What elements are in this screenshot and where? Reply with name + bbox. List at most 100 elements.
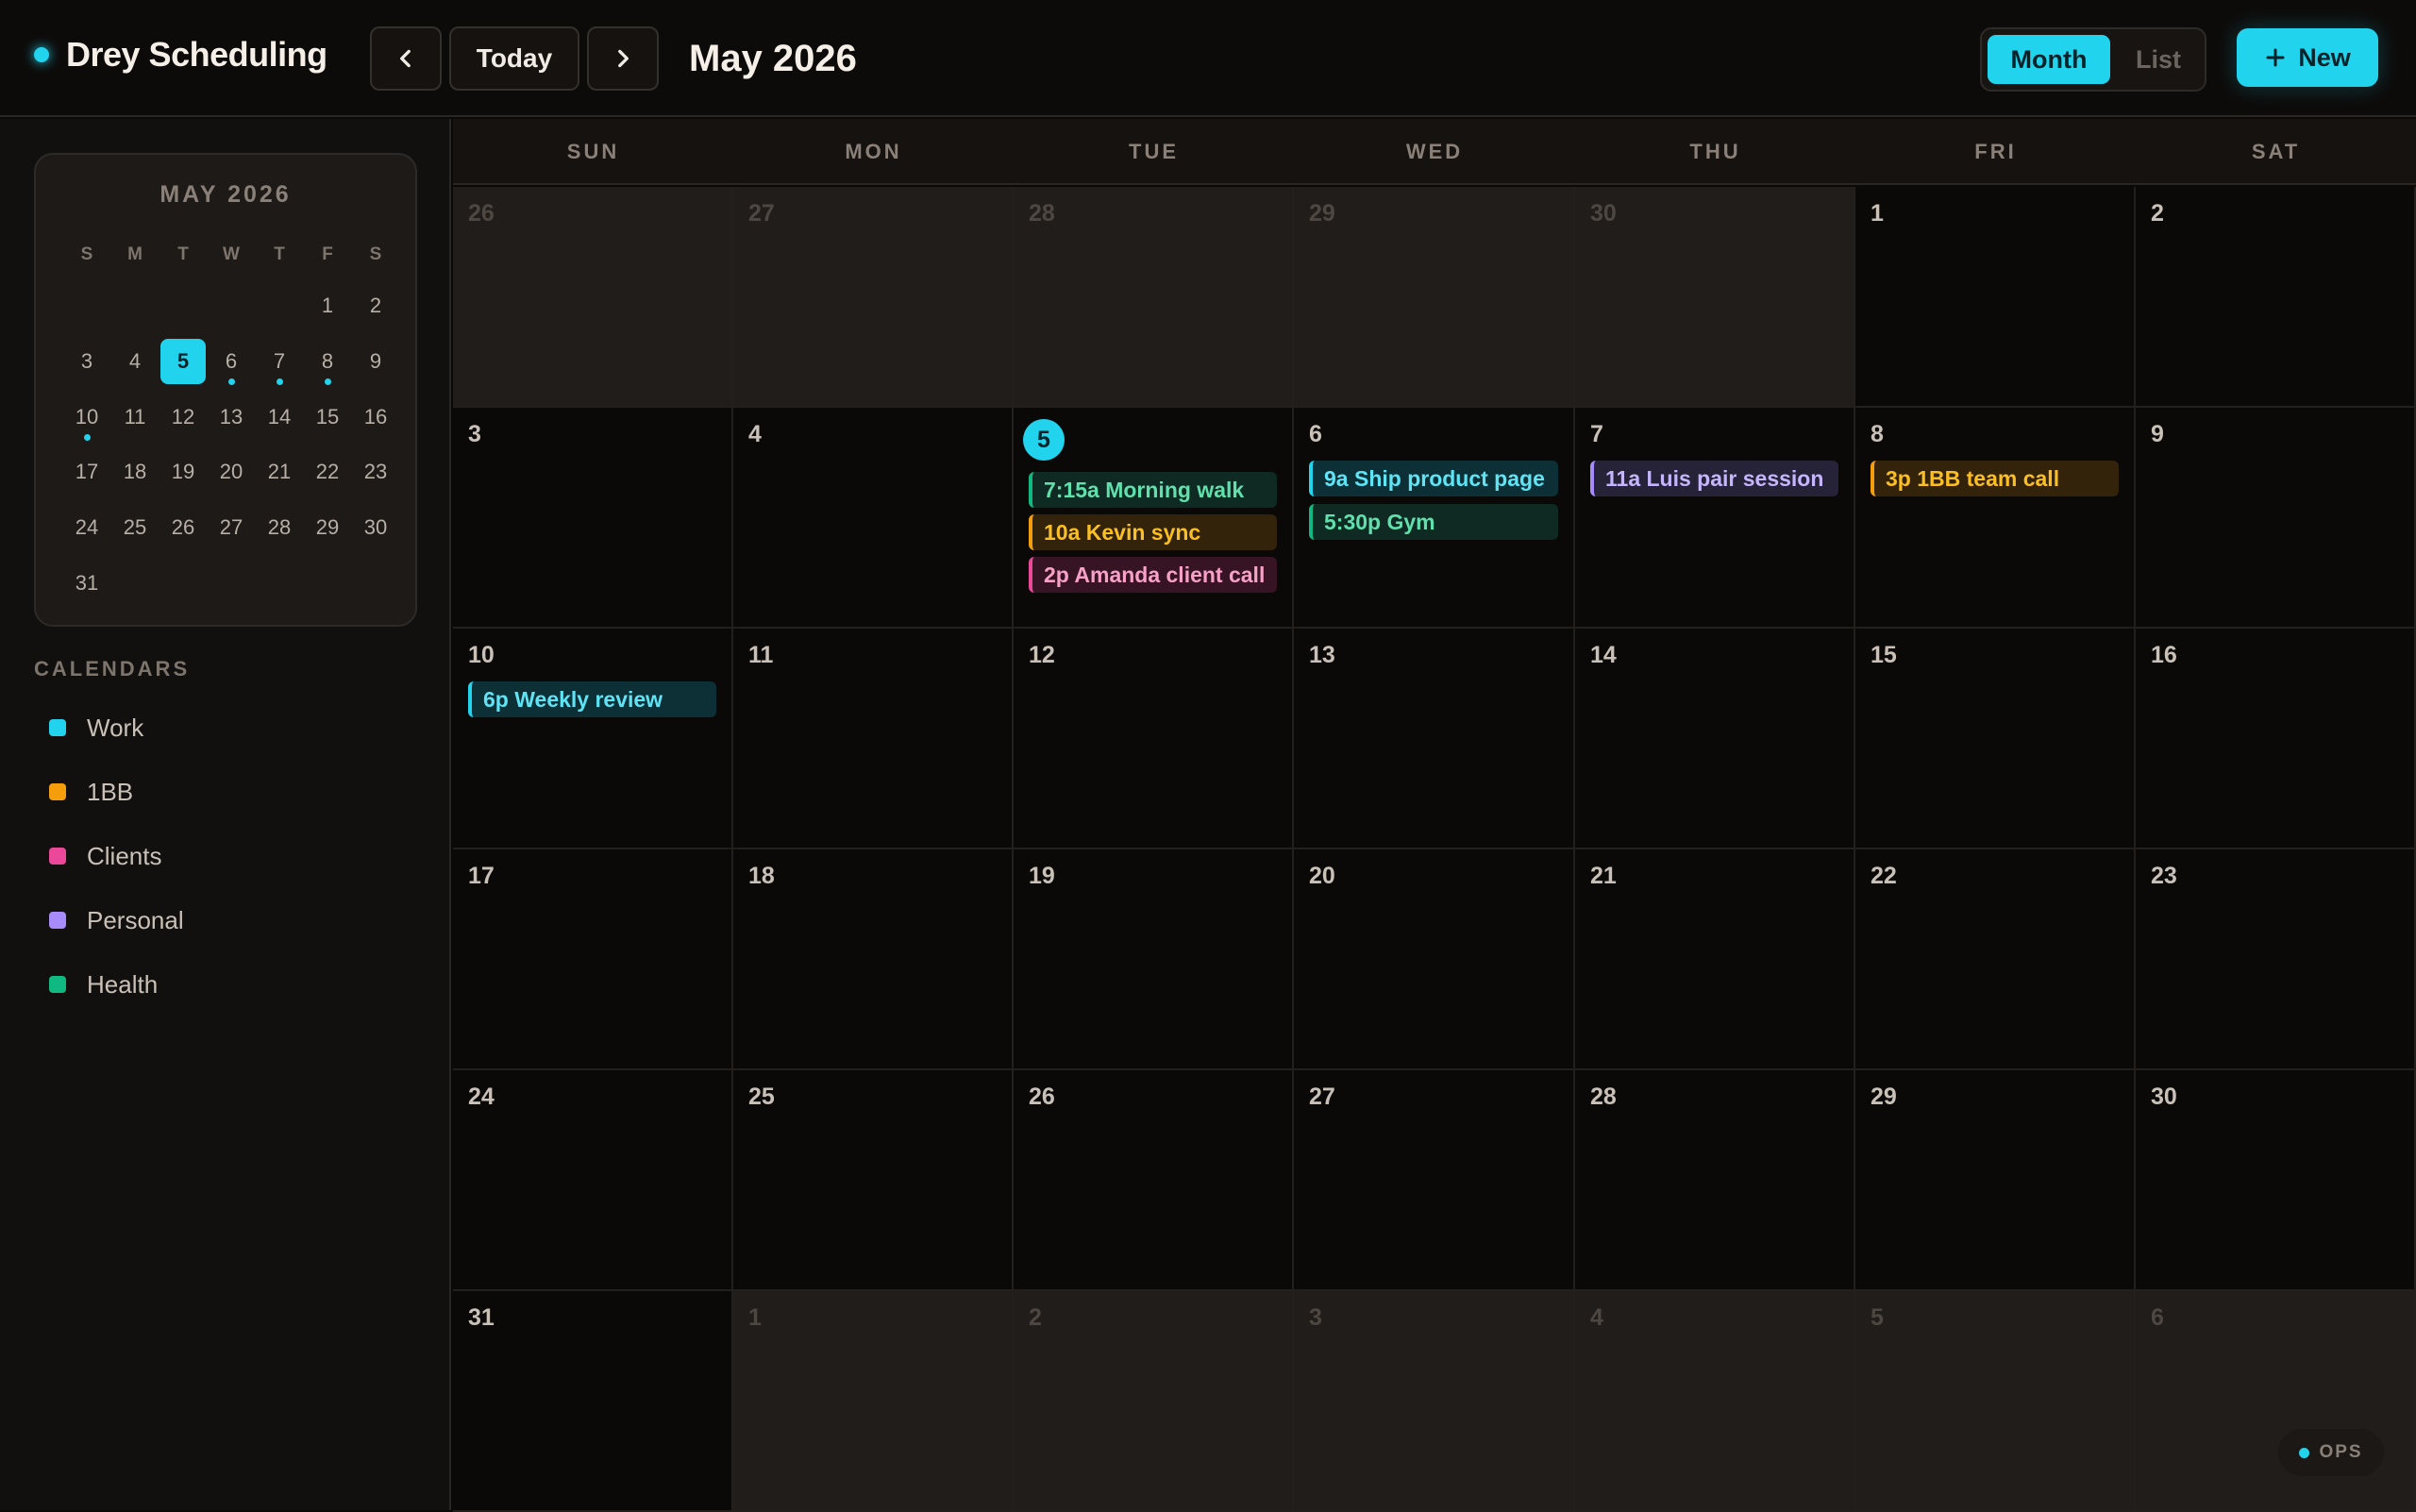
day-cell[interactable]: 9	[2136, 408, 2416, 629]
day-cell[interactable]: 24	[453, 1070, 733, 1291]
mini-calendar-day[interactable]: 16	[353, 395, 398, 440]
day-cell[interactable]: 30	[2136, 1070, 2416, 1291]
day-cell[interactable]: 1	[1855, 187, 2136, 408]
mini-calendar-day[interactable]: 17	[64, 449, 109, 495]
day-cell[interactable]: 27	[1294, 1070, 1575, 1291]
mini-calendar-day[interactable]: 22	[305, 449, 350, 495]
day-cell[interactable]: 12	[1014, 629, 1294, 849]
event-chip[interactable]: 11a Luis pair session	[1590, 461, 1838, 496]
event-chip[interactable]: 2p Amanda client call	[1029, 557, 1277, 593]
weekday-label: SAT	[2251, 140, 2301, 163]
day-cell[interactable]: 16	[2136, 629, 2416, 849]
event-chip[interactable]: 10a Kevin sync	[1029, 514, 1277, 550]
calendar-item-clients[interactable]: Clients	[49, 837, 161, 875]
day-cell[interactable]: 3	[1294, 1291, 1575, 1512]
day-cell[interactable]: 10 6p Weekly review	[453, 629, 733, 849]
mini-calendar-day[interactable]: 24	[64, 505, 109, 550]
day-cell[interactable]: 27	[733, 187, 1014, 408]
mini-calendar-day[interactable]: 1	[305, 283, 350, 328]
mini-calendar-day[interactable]: 28	[257, 505, 302, 550]
day-cell[interactable]: 11	[733, 629, 1014, 849]
mini-calendar-day[interactable]: 19	[160, 449, 206, 495]
day-cell[interactable]: 28	[1014, 187, 1294, 408]
day-cell[interactable]: 25	[733, 1070, 1014, 1291]
mini-calendar-weekday: T	[274, 244, 285, 264]
mini-calendar-day[interactable]: 8	[305, 339, 350, 384]
mini-calendar-day[interactable]: 14	[257, 395, 302, 440]
day-cell[interactable]: 29	[1294, 187, 1575, 408]
today-button[interactable]: Today	[449, 26, 579, 91]
day-cell[interactable]: 2	[1014, 1291, 1294, 1512]
day-cell[interactable]: 26	[1014, 1070, 1294, 1291]
day-cell[interactable]: 31	[453, 1291, 733, 1512]
mini-calendar-day[interactable]: 11	[112, 395, 158, 440]
day-cell[interactable]: 4	[733, 408, 1014, 629]
day-cell[interactable]: 17	[453, 849, 733, 1070]
day-cell[interactable]: 14	[1575, 629, 1855, 849]
mini-calendar-day[interactable]: 5	[160, 338, 206, 384]
day-cell[interactable]: 30	[1575, 187, 1855, 408]
day-cell[interactable]: 20	[1294, 849, 1575, 1070]
view-month-tab[interactable]: Month	[1988, 35, 2110, 84]
new-event-label: New	[2298, 42, 2351, 72]
view-list-tab[interactable]: List	[2116, 35, 2201, 84]
day-cell[interactable]: 29	[1855, 1070, 2136, 1291]
mini-calendar-day[interactable]: 27	[209, 505, 254, 550]
day-cell[interactable]: 5	[1855, 1291, 2136, 1512]
mini-calendar-day[interactable]: 18	[112, 449, 158, 495]
mini-calendar-day[interactable]: 2	[353, 283, 398, 328]
mini-calendar-day[interactable]: 13	[209, 395, 254, 440]
mini-calendar-day[interactable]: 4	[112, 339, 158, 384]
day-cell[interactable]: 15	[1855, 629, 2136, 849]
calendar-item-health[interactable]: Health	[49, 966, 158, 1003]
mini-calendar-day[interactable]: 15	[305, 395, 350, 440]
mini-calendar-day[interactable]: 6	[209, 339, 254, 384]
calendar-item-personal[interactable]: Personal	[49, 901, 184, 939]
mini-calendar-day[interactable]: 31	[64, 561, 109, 606]
day-cell[interactable]: 19	[1014, 849, 1294, 1070]
day-cell[interactable]: 4	[1575, 1291, 1855, 1512]
day-cell[interactable]: 6	[2136, 1291, 2416, 1512]
prev-month-button[interactable]	[370, 26, 442, 91]
date-number: 2	[2151, 200, 2164, 227]
mini-calendar-day[interactable]: 30	[353, 505, 398, 550]
calendar-item-work[interactable]: Work	[49, 709, 143, 747]
mini-calendar-day[interactable]: 10	[64, 395, 109, 440]
day-cell[interactable]: 22	[1855, 849, 2136, 1070]
mini-calendar-day[interactable]: 3	[64, 339, 109, 384]
mini-calendar-day[interactable]: 12	[160, 395, 206, 440]
ops-badge[interactable]: OPS	[2278, 1429, 2384, 1476]
day-cell[interactable]: 2	[2136, 187, 2416, 408]
day-cell[interactable]: 26	[453, 187, 733, 408]
event-chip[interactable]: 3p 1BB team call	[1871, 461, 2119, 496]
mini-calendar-day[interactable]: 21	[257, 449, 302, 495]
date-number: 4	[748, 421, 762, 447]
day-cell[interactable]: 21	[1575, 849, 1855, 1070]
event-chip[interactable]: 7:15a Morning walk	[1029, 472, 1277, 508]
next-month-button[interactable]	[587, 26, 659, 91]
event-chip[interactable]: 6p Weekly review	[468, 681, 716, 717]
new-event-button[interactable]: New	[2237, 28, 2378, 87]
mini-calendar-day[interactable]: 9	[353, 339, 398, 384]
day-cell[interactable]: 6 9a Ship product page 5:30p Gym	[1294, 408, 1575, 629]
event-chip[interactable]: 9a Ship product page	[1309, 461, 1558, 496]
day-cell[interactable]: 23	[2136, 849, 2416, 1070]
day-cell[interactable]: 3	[453, 408, 733, 629]
day-cell[interactable]: 7 11a Luis pair session	[1575, 408, 1855, 629]
mini-calendar-day[interactable]: 7	[257, 339, 302, 384]
day-cell[interactable]: 28	[1575, 1070, 1855, 1291]
day-cell[interactable]: 1	[733, 1291, 1014, 1512]
mini-calendar-day[interactable]: 20	[209, 449, 254, 495]
top-bar: Drey Scheduling Today May 2026 Month Lis…	[0, 0, 2416, 117]
calendar-item-1bb[interactable]: 1BB	[49, 773, 133, 811]
day-cell[interactable]: 13	[1294, 629, 1575, 849]
day-cell[interactable]: 5 7:15a Morning walk 10a Kevin sync 2p Aman…	[1014, 408, 1294, 629]
mini-calendar-weekday: T	[177, 244, 189, 264]
mini-calendar-day[interactable]: 25	[112, 505, 158, 550]
event-chip[interactable]: 5:30p Gym	[1309, 504, 1558, 540]
mini-calendar-day[interactable]: 29	[305, 505, 350, 550]
mini-calendar-day[interactable]: 26	[160, 505, 206, 550]
day-cell[interactable]: 18	[733, 849, 1014, 1070]
day-cell[interactable]: 8 3p 1BB team call	[1855, 408, 2136, 629]
mini-calendar-day[interactable]: 23	[353, 449, 398, 495]
